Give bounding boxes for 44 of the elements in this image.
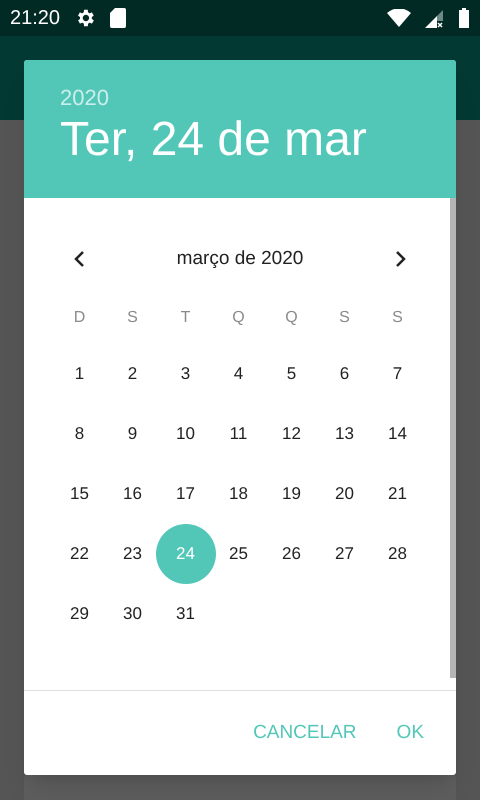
day-cell[interactable]: 28 bbox=[376, 532, 420, 576]
day-cell[interactable]: 16 bbox=[110, 472, 154, 516]
day-cell[interactable]: 17 bbox=[164, 472, 208, 516]
day-cell[interactable]: 14 bbox=[376, 412, 420, 456]
day-cell[interactable]: 1 bbox=[58, 352, 102, 396]
day-cell[interactable]: 5 bbox=[270, 352, 314, 396]
scrollbar[interactable] bbox=[450, 198, 456, 678]
wifi-icon bbox=[387, 9, 411, 27]
day-cell[interactable]: 20 bbox=[322, 472, 366, 516]
weekday-label: Q bbox=[285, 308, 298, 328]
weekday-label: S bbox=[392, 308, 403, 328]
month-title: março de 2020 bbox=[176, 246, 304, 271]
cell-signal-icon bbox=[425, 8, 444, 28]
weekday-label: D bbox=[74, 308, 86, 328]
day-cell[interactable]: 6 bbox=[322, 352, 366, 396]
day-cell[interactable]: 26 bbox=[270, 532, 314, 576]
weekday-label: S bbox=[127, 308, 138, 328]
weekday-label: T bbox=[180, 308, 190, 328]
day-cell[interactable]: 15 bbox=[58, 472, 102, 516]
day-cell[interactable]: 7 bbox=[376, 352, 420, 396]
weekday-label: Q bbox=[232, 308, 245, 328]
day-cell[interactable]: 27 bbox=[322, 532, 366, 576]
day-cell[interactable]: 8 bbox=[58, 412, 102, 456]
day-cell[interactable]: 3 bbox=[164, 352, 208, 396]
day-cell[interactable]: 12 bbox=[270, 412, 314, 456]
day-cell[interactable]: 30 bbox=[110, 592, 154, 636]
day-cell[interactable]: 21 bbox=[376, 472, 420, 516]
day-cell[interactable]: 10 bbox=[164, 412, 208, 456]
day-cell[interactable]: 31 bbox=[164, 592, 208, 636]
day-cell[interactable]: 2 bbox=[110, 352, 154, 396]
status-time: 21:20 bbox=[10, 6, 60, 31]
battery-icon bbox=[458, 8, 470, 28]
day-cell[interactable]: 9 bbox=[110, 412, 154, 456]
sd-card-icon bbox=[110, 8, 126, 28]
day-cell[interactable]: 23 bbox=[110, 532, 154, 576]
day-cell[interactable]: 13 bbox=[322, 412, 366, 456]
day-cell[interactable]: 29 bbox=[58, 592, 102, 636]
weekday-label: S bbox=[339, 308, 350, 328]
day-cell[interactable]: 19 bbox=[270, 472, 314, 516]
day-cell[interactable]: 4 bbox=[216, 352, 260, 396]
day-cell[interactable]: 25 bbox=[216, 532, 260, 576]
day-cell[interactable]: 11 bbox=[216, 412, 260, 456]
day-cell[interactable]: 18 bbox=[216, 472, 260, 516]
day-cell[interactable]: 22 bbox=[58, 532, 102, 576]
